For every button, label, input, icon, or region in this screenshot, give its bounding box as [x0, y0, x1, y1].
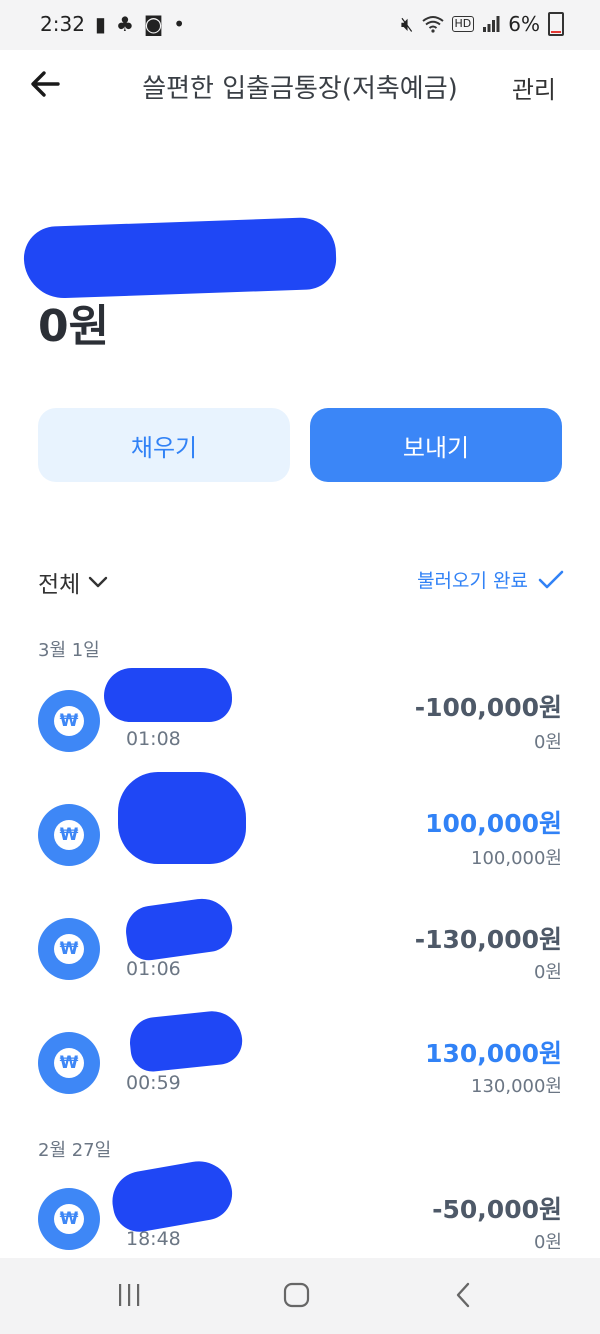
transaction-time: 18:48	[126, 1228, 181, 1250]
transaction-time: 00:59	[126, 1072, 181, 1094]
transaction-row[interactable]: ₩ 18:48 -50,000원 0원	[0, 1156, 600, 1268]
signal-icon	[483, 16, 500, 32]
redacted-account-name	[22, 216, 338, 300]
mute-icon: 🔇︎	[400, 12, 414, 36]
status-bar: 2:32 ▮ ♣ ◙ • 🔇︎ HD 6%	[0, 0, 600, 50]
send-button[interactable]: 보내기	[310, 408, 562, 482]
won-icon: ₩	[38, 1188, 100, 1250]
balance-after: 0원	[533, 1232, 562, 1253]
hd-badge: HD	[451, 16, 475, 32]
fill-button[interactable]: 채우기	[38, 408, 290, 482]
transaction-amount: 130,000원	[425, 1039, 562, 1068]
won-icon: ₩	[38, 804, 100, 866]
balance-after: 0원	[533, 732, 562, 753]
more-dot-icon: •	[173, 12, 186, 36]
back-nav-icon[interactable]	[452, 1280, 476, 1310]
load-status-label: 불러오기 완료	[417, 570, 528, 592]
clock: 2:32	[40, 12, 85, 36]
filter-dropdown[interactable]: 전체	[38, 565, 108, 599]
page-title: 쓸편한 입출금통장(저축예금)	[142, 74, 458, 104]
wifi-icon	[421, 16, 444, 33]
transaction-time: 01:06	[126, 958, 181, 980]
battery-saver-icon: ▮	[94, 12, 106, 36]
redacted-merchant	[127, 1008, 245, 1074]
camera-icon: ◙	[143, 12, 164, 36]
transaction-amount: -130,000원	[414, 925, 562, 954]
app-notification-icon: ♣	[115, 12, 134, 36]
chevron-down-icon	[89, 576, 108, 588]
transaction-row[interactable]: ₩ 01:06 -130,000원 0원	[0, 894, 600, 1006]
account-balance: 0원	[38, 301, 110, 352]
balance-after: 100,000원	[471, 848, 562, 869]
won-icon: ₩	[38, 1032, 100, 1094]
redacted-merchant	[122, 894, 236, 964]
transaction-row[interactable]: ₩ 01:08 -100,000원 0원	[0, 668, 600, 778]
transaction-row[interactable]: ₩ 00:59 130,000원 130,000원	[0, 1008, 600, 1120]
battery-icon	[548, 12, 564, 36]
balance-after: 130,000원	[471, 1076, 562, 1097]
won-icon: ₩	[38, 690, 100, 752]
manage-button[interactable]: 관리	[512, 70, 556, 105]
transaction-amount: -50,000원	[432, 1195, 562, 1224]
balance-after: 0원	[533, 962, 562, 983]
redacted-merchant	[118, 772, 246, 864]
redacted-merchant	[107, 1156, 237, 1236]
app-header: 쓸편한 입출금통장(저축예금) 관리	[0, 50, 600, 120]
home-icon[interactable]	[282, 1280, 312, 1310]
redacted-merchant	[104, 668, 232, 722]
check-icon	[538, 570, 564, 588]
battery-percent: 6%	[508, 12, 540, 36]
filter-label: 전체	[38, 572, 81, 598]
load-status: 불러오기 완료	[417, 566, 564, 593]
transaction-row[interactable]: ₩ 100,000원 100,000원	[0, 772, 600, 886]
recent-apps-icon[interactable]	[116, 1280, 142, 1310]
won-icon: ₩	[38, 918, 100, 980]
date-header: 3월 1일	[38, 640, 100, 661]
transaction-amount: -100,000원	[414, 693, 562, 722]
transaction-amount: 100,000원	[425, 809, 562, 838]
transaction-time: 01:08	[126, 728, 181, 750]
system-nav-bar	[0, 1258, 600, 1334]
